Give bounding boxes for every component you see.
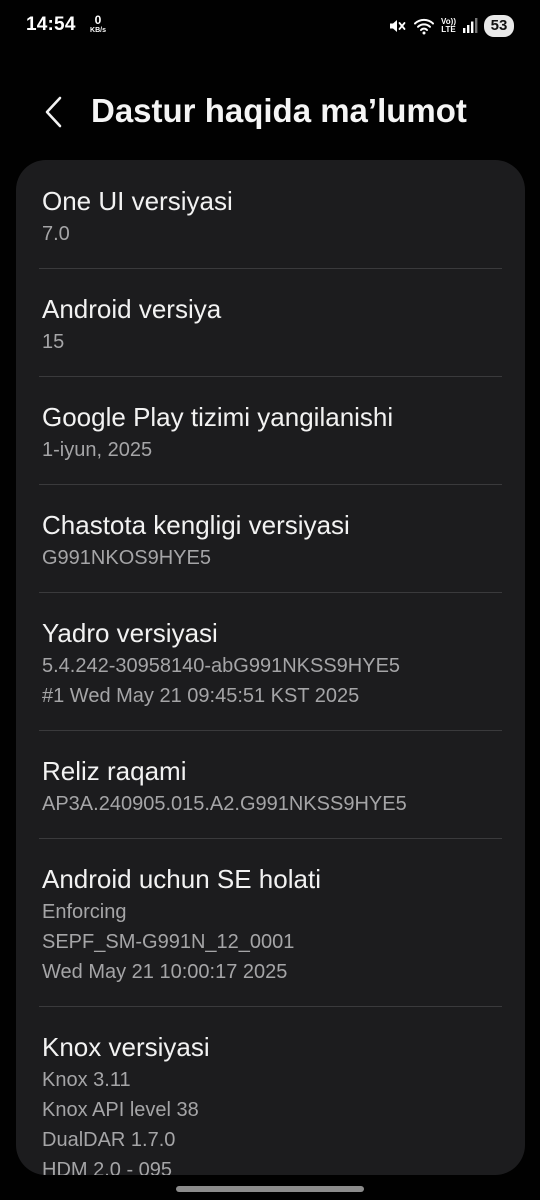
item-value: DualDAR 1.7.0: [42, 1129, 176, 1151]
network-speed: 0 KB/s: [86, 14, 110, 34]
item-title: One UI versiyasi: [42, 186, 233, 216]
battery-icon: 53: [484, 15, 514, 37]
mute-icon: [387, 16, 407, 36]
info-list: One UI versiyasi 7.0 Android versiya 15 …: [16, 160, 525, 1175]
list-item-knox-version[interactable]: Knox versiyasi Knox 3.11 Knox API level …: [16, 1006, 525, 1175]
list-item-kernel-version[interactable]: Yadro versiyasi 5.4.242-30958140-abG991N…: [16, 592, 525, 730]
list-item-android-version[interactable]: Android versiya 15: [16, 268, 525, 376]
chevron-left-icon: [45, 96, 62, 128]
item-title: Knox versiyasi: [42, 1032, 210, 1062]
network-speed-value: 0: [94, 13, 102, 27]
item-value: 15: [42, 331, 65, 353]
header: Dastur haqida ma’lumot: [0, 80, 540, 146]
item-value: AP3A.240905.015.A2.G991NKSS9HYE5: [42, 793, 407, 815]
item-title: Google Play tizimi yangilanishi: [42, 402, 394, 432]
status-bar: 14:54 0 KB/s Vo)) LTE 53: [0, 0, 540, 52]
network-speed-unit: KB/s: [90, 27, 106, 34]
status-icons: Vo)) LTE 53: [387, 14, 514, 38]
item-value: HDM 2.0 - 095: [42, 1159, 173, 1175]
item-title: Yadro versiyasi: [42, 618, 218, 648]
item-value: 1-iyun, 2025: [42, 439, 153, 461]
item-value: G991NKOS9HYE5: [42, 547, 211, 569]
item-value: Knox 3.11: [42, 1069, 131, 1091]
item-title: Reliz raqami: [42, 756, 187, 786]
signal-icon: [462, 17, 478, 35]
item-value: SEPF_SM-G991N_12_0001: [42, 931, 295, 953]
item-value: 7.0: [42, 223, 70, 245]
list-item-build-number[interactable]: Reliz raqami AP3A.240905.015.A2.G991NKSS…: [16, 730, 525, 838]
about-software-screen: 14:54 0 KB/s Vo)) LTE 53 Dastur haqida m…: [0, 0, 540, 1200]
item-value: Enforcing: [42, 901, 127, 923]
gesture-bar[interactable]: [176, 1186, 364, 1192]
item-value: #1 Wed May 21 09:45:51 KST 2025: [42, 685, 360, 707]
item-title: Android versiya: [42, 294, 222, 324]
item-value: Knox API level 38: [42, 1099, 199, 1121]
volte-icon: Vo)) LTE: [441, 18, 456, 34]
item-title: Android uchun SE holati: [42, 864, 321, 894]
wifi-icon: [413, 16, 435, 36]
item-title: Chastota kengligi versiyasi: [42, 510, 350, 540]
volte-label-bottom: LTE: [441, 25, 456, 34]
page-title: Dastur haqida ma’lumot: [91, 92, 467, 129]
back-button[interactable]: [32, 90, 76, 134]
list-item-baseband-version[interactable]: Chastota kengligi versiyasi G991NKOS9HYE…: [16, 484, 525, 592]
list-item-se-status[interactable]: Android uchun SE holati Enforcing SEPF_S…: [16, 838, 525, 1006]
item-value: 5.4.242-30958140-abG991NKSS9HYE5: [42, 655, 401, 677]
status-time: 14:54: [26, 14, 76, 35]
list-item-google-play-update[interactable]: Google Play tizimi yangilanishi 1-iyun, …: [16, 376, 525, 484]
list-item-one-ui-version[interactable]: One UI versiyasi 7.0: [16, 160, 525, 268]
item-value: Wed May 21 10:00:17 2025: [42, 961, 288, 983]
